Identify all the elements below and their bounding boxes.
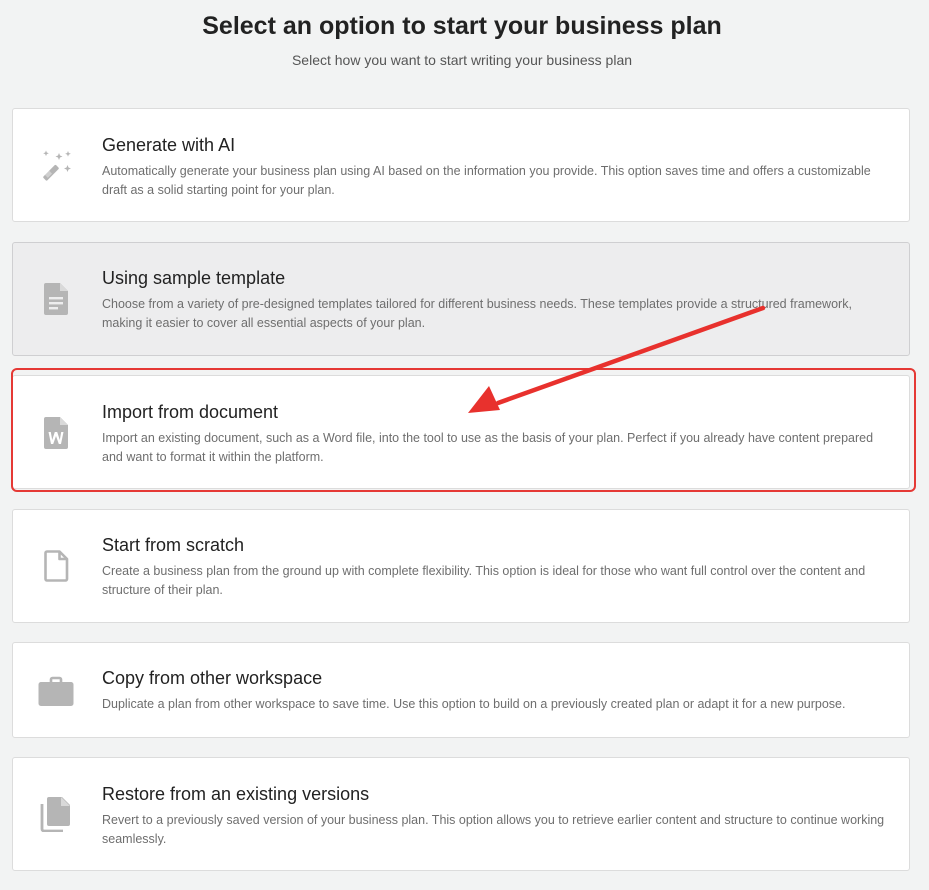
option-title: Using sample template bbox=[102, 268, 286, 288]
page-subtitle: Select how you want to start writing you… bbox=[291, 52, 633, 68]
word-file-icon bbox=[38, 415, 74, 451]
option-generate-with-ai[interactable]: Generate with AI Automatically generate … bbox=[12, 108, 910, 222]
option-description: Duplicate a plan from other workspace to… bbox=[102, 697, 846, 711]
option-description: Create a business plan from the ground u… bbox=[102, 564, 866, 597]
option-import-from-document[interactable]: Import from document Import an existing … bbox=[12, 375, 910, 489]
briefcase-icon bbox=[38, 673, 74, 709]
option-description: Automatically generate your business pla… bbox=[102, 164, 871, 197]
page-title: Select an option to start your business … bbox=[202, 12, 722, 40]
option-description: Choose from a variety of pre-designed te… bbox=[102, 297, 852, 330]
option-title: Restore from an existing versions bbox=[102, 784, 370, 804]
magic-wand-icon bbox=[38, 148, 74, 184]
option-title: Start from scratch bbox=[102, 535, 245, 555]
copy-files-icon bbox=[38, 796, 74, 832]
option-description: Revert to a previously saved version of … bbox=[102, 813, 885, 846]
option-title: Generate with AI bbox=[102, 135, 236, 155]
blank-file-icon bbox=[38, 548, 74, 584]
option-description: Import an existing document, such as a W… bbox=[102, 431, 874, 464]
option-title: Import from document bbox=[102, 402, 279, 422]
option-restore-from-existing-versions[interactable]: Restore from an existing versions Revert… bbox=[12, 757, 910, 871]
document-icon bbox=[38, 281, 74, 317]
option-title: Copy from other workspace bbox=[102, 668, 323, 688]
option-copy-from-other-workspace[interactable]: Copy from other workspace Duplicate a pl… bbox=[12, 642, 910, 738]
option-start-from-scratch[interactable]: Start from scratch Create a business pla… bbox=[12, 509, 910, 623]
option-using-sample-template[interactable]: Using sample template Choose from a vari… bbox=[12, 242, 910, 356]
